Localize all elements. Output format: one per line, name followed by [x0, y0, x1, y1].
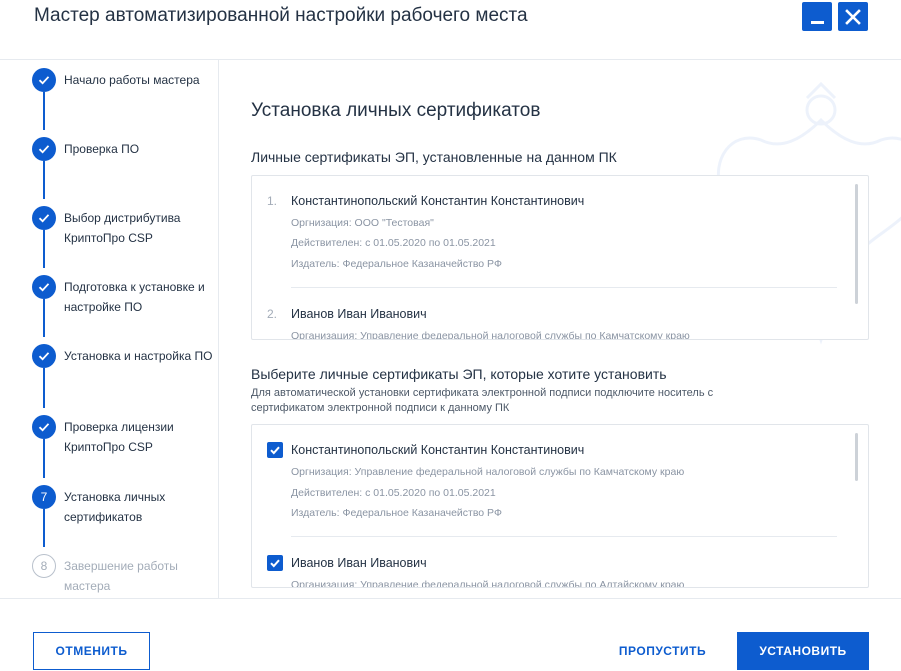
step-2-label: Проверка ПО	[64, 142, 140, 156]
step-connector	[43, 230, 45, 268]
step-connector	[43, 368, 45, 408]
step-1-label: Начало работы мастера	[64, 73, 200, 87]
install-button[interactable]: УСТАНОВИТЬ	[737, 632, 869, 670]
step-6-check-icon	[32, 415, 56, 439]
footer: ОТМЕНИТЬ ПРОПУСТИТЬ УСТАНОВИТЬ	[0, 598, 901, 671]
step-3-label: Выбор дистрибутива КриптоПро CSP	[64, 211, 181, 245]
step-3-check-icon	[32, 206, 56, 230]
skip-button[interactable]: ПРОПУСТИТЬ	[605, 632, 720, 670]
step-7-number: 7	[32, 485, 56, 509]
checkmark-icon	[270, 559, 280, 568]
cert-issuer: Издатель: Федеральное Казаначейство РФ	[291, 507, 502, 519]
item-divider	[291, 536, 837, 537]
select-certs-list[interactable]: Константинопольский Константин Константи…	[251, 424, 869, 588]
cert-issuer: Издатель: Федеральное Казаначейство РФ	[291, 258, 502, 270]
cert-owner-name: Константинопольский Константин Константи…	[291, 194, 585, 208]
scrollbar-thumb[interactable]	[855, 184, 858, 304]
window-header: Мастер автоматизированной настройки рабо…	[0, 0, 901, 60]
cert-checkbox[interactable]	[267, 555, 283, 571]
step-connector	[43, 161, 45, 199]
step-2-check-icon	[32, 137, 56, 161]
close-button[interactable]	[838, 2, 868, 31]
item-divider	[291, 287, 837, 288]
select-certs-heading: Выберите личные сертификаты ЭП, которые …	[251, 366, 667, 382]
cert-organization: Оргнизация: Управление федеральной налог…	[291, 466, 685, 478]
cert-owner-name: Иванов Иван Иванович	[291, 556, 427, 570]
cert-checkbox[interactable]	[267, 442, 283, 458]
minimize-icon	[810, 21, 824, 24]
cert-owner-name: Константинопольский Константин Константи…	[291, 443, 585, 457]
steps-sidebar: Начало работы мастера Проверка ПО Выбор …	[0, 60, 219, 598]
scrollbar-thumb[interactable]	[855, 433, 858, 481]
main-content: Установка личных сертификатов Личные сер…	[220, 60, 901, 598]
cert-owner-name: Иванов Иван Иванович	[291, 307, 427, 321]
cert-validity: Действителен: с 01.05.2020 по 01.05.2021	[291, 487, 496, 499]
step-7-label: Установка личных сертификатов	[64, 490, 166, 524]
step-5-label: Установка и настройка ПО	[64, 349, 213, 363]
step-5-check-icon	[32, 344, 56, 368]
item-number: 2.	[267, 307, 278, 321]
cert-organization: Организация: Управление федеральной нало…	[291, 330, 690, 340]
step-6-label: Проверка лицензии КриптоПро CSP	[64, 420, 174, 454]
installed-certs-list[interactable]: 1. Константинопольский Константин Конста…	[251, 175, 869, 340]
installed-certs-heading: Личные сертификаты ЭП, установленные на …	[251, 149, 617, 165]
minimize-button[interactable]	[802, 2, 832, 31]
close-icon	[845, 8, 861, 25]
item-number: 1.	[267, 194, 278, 208]
step-8-label: Завершение работы мастера	[64, 559, 178, 593]
step-4-label: Подготовка к установке и настройке ПО	[64, 280, 205, 314]
step-connector	[43, 299, 45, 337]
cert-organization: Организация: Управление федеральной нало…	[291, 579, 685, 588]
cert-organization: Оргнизация: ООО "Тестовая"	[291, 217, 434, 229]
step-8-number: 8	[32, 554, 56, 578]
step-connector	[43, 439, 45, 478]
cert-validity: Действителен: с 01.05.2020 по 01.05.2021	[291, 237, 496, 249]
window-title: Мастер автоматизированной настройки рабо…	[34, 5, 528, 26]
select-certs-hint: Для автоматической установки сертификата…	[251, 387, 714, 414]
step-1-check-icon	[32, 68, 56, 92]
step-connector	[43, 509, 45, 547]
step-connector	[43, 92, 45, 130]
checkmark-icon	[270, 446, 280, 455]
cancel-button[interactable]: ОТМЕНИТЬ	[33, 632, 150, 670]
section-title: Установка личных сертификатов	[251, 100, 541, 121]
step-4-check-icon	[32, 275, 56, 299]
